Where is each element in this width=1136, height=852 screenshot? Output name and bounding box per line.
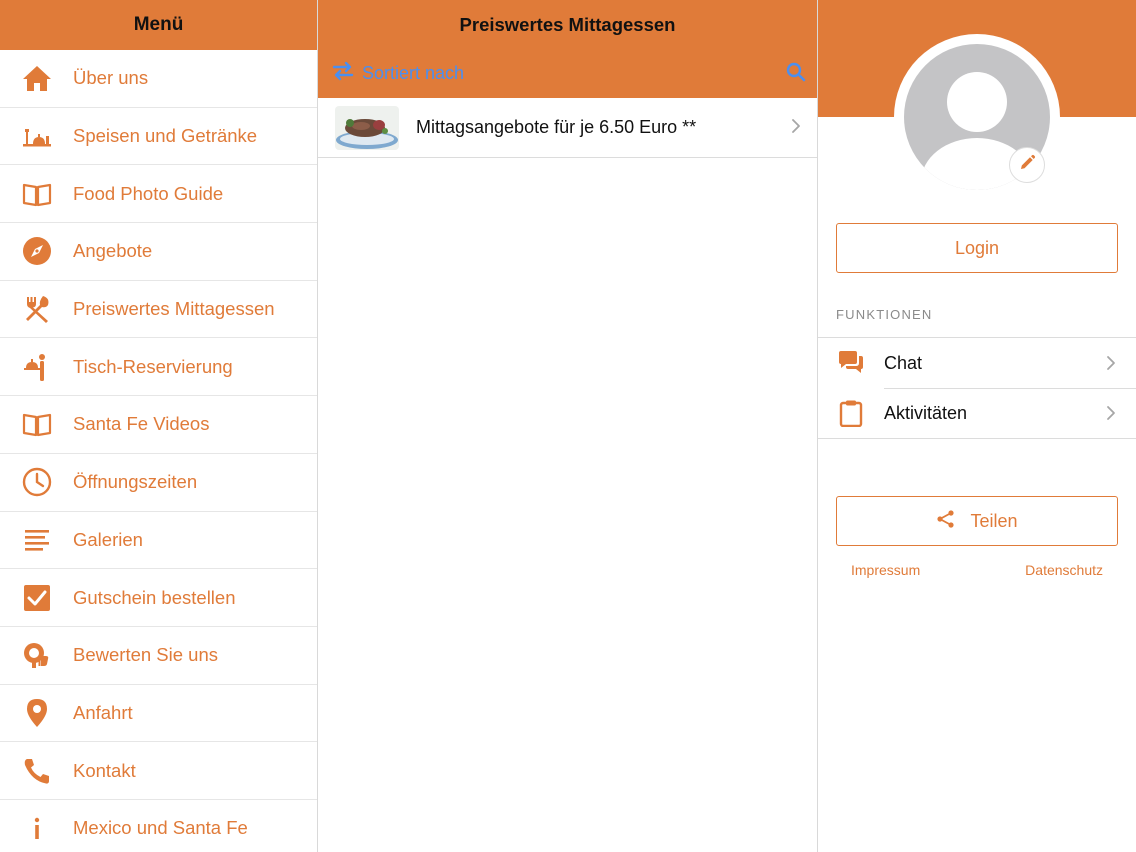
chevron-right-icon	[1106, 355, 1116, 376]
menu-item-mexico-und-santa-fe[interactable]: Mexico und Santa Fe	[0, 800, 317, 852]
share-icon	[936, 509, 956, 534]
menu-item-label: Tisch-Reservierung	[73, 355, 233, 377]
dining-icon	[0, 108, 73, 165]
cutlery-icon	[0, 281, 73, 338]
content-header: Preiswertes Mittagessen Sortiert nach	[318, 0, 817, 98]
home-icon	[0, 50, 73, 107]
menu-item-label: Preiswertes Mittagessen	[73, 298, 275, 320]
page-title: Preiswertes Mittagessen	[459, 14, 676, 35]
functions-section-label: FUNKTIONEN	[836, 307, 933, 322]
menu-item-food-photo-guide[interactable]: Food Photo Guide	[0, 165, 317, 224]
functions-list: Chat Aktivitäten	[818, 337, 1136, 439]
menu-item-gutschein-bestellen[interactable]: Gutschein bestellen	[0, 569, 317, 627]
menu-header: Menü	[0, 0, 317, 50]
menu-item-bewerten-sie-uns[interactable]: Bewerten Sie uns	[0, 627, 317, 685]
clock-icon	[0, 454, 73, 511]
phone-icon	[0, 742, 73, 799]
chevron-right-icon	[1106, 405, 1116, 426]
thumbs-up-icon	[0, 627, 73, 684]
datenschutz-link[interactable]: Datenschutz	[1025, 562, 1103, 578]
reception-icon	[0, 338, 73, 395]
edit-avatar-button[interactable]	[1009, 147, 1045, 183]
map-pin-icon	[0, 685, 73, 742]
search-icon[interactable]	[785, 61, 807, 83]
menu-item-label: Angebote	[73, 240, 153, 262]
chevron-right-icon	[791, 118, 801, 139]
book-icon	[0, 165, 73, 222]
menu-item-speisen[interactable]: Speisen und Getränke	[0, 108, 317, 166]
menu-item-ueber-uns[interactable]: Über uns	[0, 50, 317, 108]
menu-list: Über uns Speisen und Getränke Food Photo…	[0, 50, 317, 852]
impressum-link[interactable]: Impressum	[851, 562, 920, 578]
food-thumbnail	[335, 105, 399, 150]
menu-item-preiswertes-mittagessen[interactable]: Preiswertes Mittagessen	[0, 281, 317, 339]
pencil-icon	[1018, 154, 1036, 177]
menu-item-label: Öffnungszeiten	[73, 471, 198, 493]
chat-icon	[818, 350, 884, 376]
menu-item-angebote[interactable]: Angebote	[0, 223, 317, 281]
book-icon	[0, 396, 73, 453]
menu-item-kontakt[interactable]: Kontakt	[0, 742, 317, 800]
menu-item-label: Galerien	[73, 528, 143, 550]
menu-item-label: Kontakt	[73, 759, 136, 781]
share-button[interactable]: Teilen	[836, 496, 1118, 546]
content-panel: Preiswertes Mittagessen Sortiert nach Mi…	[318, 0, 818, 852]
share-label: Teilen	[970, 510, 1018, 531]
menu-item-label: Speisen und Getränke	[73, 125, 258, 147]
menu-item-anfahrt[interactable]: Anfahrt	[0, 685, 317, 743]
list-item-label: Mittagsangebote für je 6.50 Euro **	[416, 117, 697, 137]
swap-arrows-icon	[330, 60, 356, 87]
function-item-chat[interactable]: Chat	[818, 338, 1136, 388]
menu-item-label: Bewerten Sie uns	[73, 644, 219, 666]
menu-item-galerien[interactable]: Galerien	[0, 512, 317, 570]
profile-panel: Login FUNKTIONEN Chat Aktivitäten Teilen	[818, 0, 1136, 852]
login-button[interactable]: Login	[836, 223, 1118, 273]
menu-item-label: Gutschein bestellen	[73, 586, 236, 608]
list-item[interactable]: Mittagsangebote für je 6.50 Euro **	[318, 98, 817, 158]
side-menu: Menü Über uns Speisen und Getränke Food …	[0, 0, 318, 852]
menu-item-label: Food Photo Guide	[73, 182, 224, 204]
lines-icon	[0, 512, 73, 569]
function-item-aktivitaeten[interactable]: Aktivitäten	[818, 388, 1136, 438]
function-label: Aktivitäten	[884, 402, 968, 423]
function-label: Chat	[884, 352, 923, 373]
menu-item-label: Anfahrt	[73, 701, 133, 723]
menu-item-oeffnungszeiten[interactable]: Öffnungszeiten	[0, 454, 317, 512]
menu-item-label: Mexico und Santa Fe	[73, 817, 248, 839]
clipboard-icon	[818, 399, 884, 427]
menu-item-label: Über uns	[73, 67, 149, 89]
menu-item-santa-fe-videos[interactable]: Santa Fe Videos	[0, 396, 317, 454]
menu-item-tisch-reservierung[interactable]: Tisch-Reservierung	[0, 338, 317, 397]
info-icon	[0, 800, 73, 852]
sort-button[interactable]: Sortiert nach	[330, 60, 464, 87]
compass-icon	[0, 223, 73, 280]
checkbox-icon	[0, 569, 73, 626]
menu-item-label: Santa Fe Videos	[73, 413, 210, 435]
menu-title: Menü	[133, 14, 184, 35]
sort-label: Sortiert nach	[362, 63, 465, 83]
